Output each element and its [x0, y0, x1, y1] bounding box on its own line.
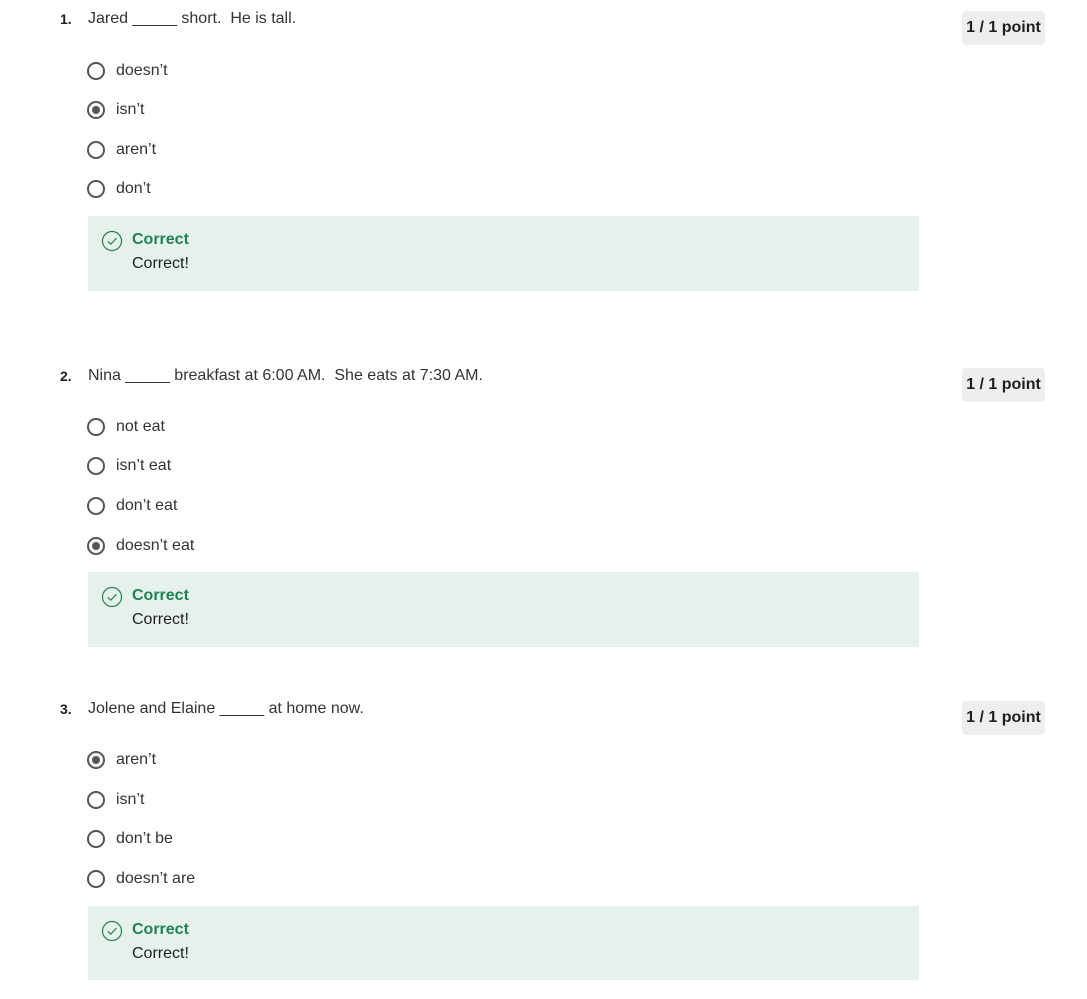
radio-button[interactable] — [87, 791, 105, 809]
answer-option[interactable]: isn’t eat — [87, 454, 171, 478]
radio-button-selected[interactable] — [87, 101, 105, 119]
answer-option[interactable]: doesn’t are — [87, 867, 195, 891]
feedback-panel: Correct Correct! — [88, 572, 919, 647]
option-label: isn’t eat — [116, 457, 172, 474]
feedback-panel: Correct Correct! — [88, 906, 919, 980]
option-label: aren’t — [116, 751, 157, 768]
radio-button[interactable] — [87, 62, 105, 80]
feedback-title: Correct — [132, 587, 189, 604]
option-label: not eat — [116, 418, 165, 435]
option-label: doesn’t are — [116, 870, 196, 887]
feedback-text: Correct! — [132, 945, 189, 962]
radio-button[interactable] — [87, 418, 105, 436]
option-label: isn’t — [116, 791, 145, 808]
feedback-title: Correct — [132, 231, 189, 248]
answer-option[interactable]: don’t be — [87, 827, 173, 851]
radio-button[interactable] — [87, 830, 105, 848]
question-number: 1. — [60, 11, 72, 27]
check-circle-icon — [101, 586, 123, 608]
radio-button[interactable] — [87, 180, 105, 198]
feedback-text: Correct! — [132, 611, 189, 628]
answer-option[interactable]: not eat — [87, 415, 165, 439]
feedback-text: Correct! — [132, 255, 189, 272]
answer-option[interactable]: aren’t — [87, 138, 156, 162]
question-number: 2. — [60, 368, 72, 384]
points-badge: 1 / 1 point — [962, 368, 1045, 402]
points-badge: 1 / 1 point — [962, 11, 1045, 45]
check-circle-icon — [101, 920, 123, 942]
answer-option[interactable]: doesn’t eat — [87, 534, 194, 558]
option-label: don’t — [116, 180, 151, 197]
radio-button[interactable] — [87, 457, 105, 475]
answer-option[interactable]: aren’t — [87, 748, 156, 772]
radio-button[interactable] — [87, 141, 105, 159]
question-prompt: Jared _____ short. He is tall. — [88, 10, 297, 27]
check-circle-icon — [101, 230, 123, 252]
radio-button[interactable] — [87, 497, 105, 515]
radio-button-selected[interactable] — [87, 751, 105, 769]
option-label: isn’t — [116, 101, 145, 118]
question-prompt: Jolene and Elaine _____ at home now. — [88, 700, 364, 717]
option-label: don’t eat — [116, 497, 178, 514]
points-badge: 1 / 1 point — [962, 701, 1045, 735]
question-number: 3. — [60, 701, 72, 717]
question-prompt: Nina _____ breakfast at 6:00 AM. She eat… — [88, 367, 483, 384]
answer-option[interactable]: isn’t — [87, 788, 144, 812]
radio-button-selected[interactable] — [87, 537, 105, 555]
radio-button[interactable] — [87, 870, 105, 888]
option-label: doesn’t — [116, 62, 168, 79]
option-label: don’t be — [116, 830, 173, 847]
feedback-title: Correct — [132, 921, 189, 938]
option-label: doesn’t eat — [116, 537, 195, 554]
answer-option[interactable]: doesn’t — [87, 59, 168, 83]
option-label: aren’t — [116, 141, 157, 158]
feedback-panel: Correct Correct! — [88, 216, 919, 291]
answer-option[interactable]: isn’t — [87, 98, 144, 122]
answer-option[interactable]: don’t eat — [87, 494, 177, 518]
answer-option[interactable]: don’t — [87, 177, 151, 201]
